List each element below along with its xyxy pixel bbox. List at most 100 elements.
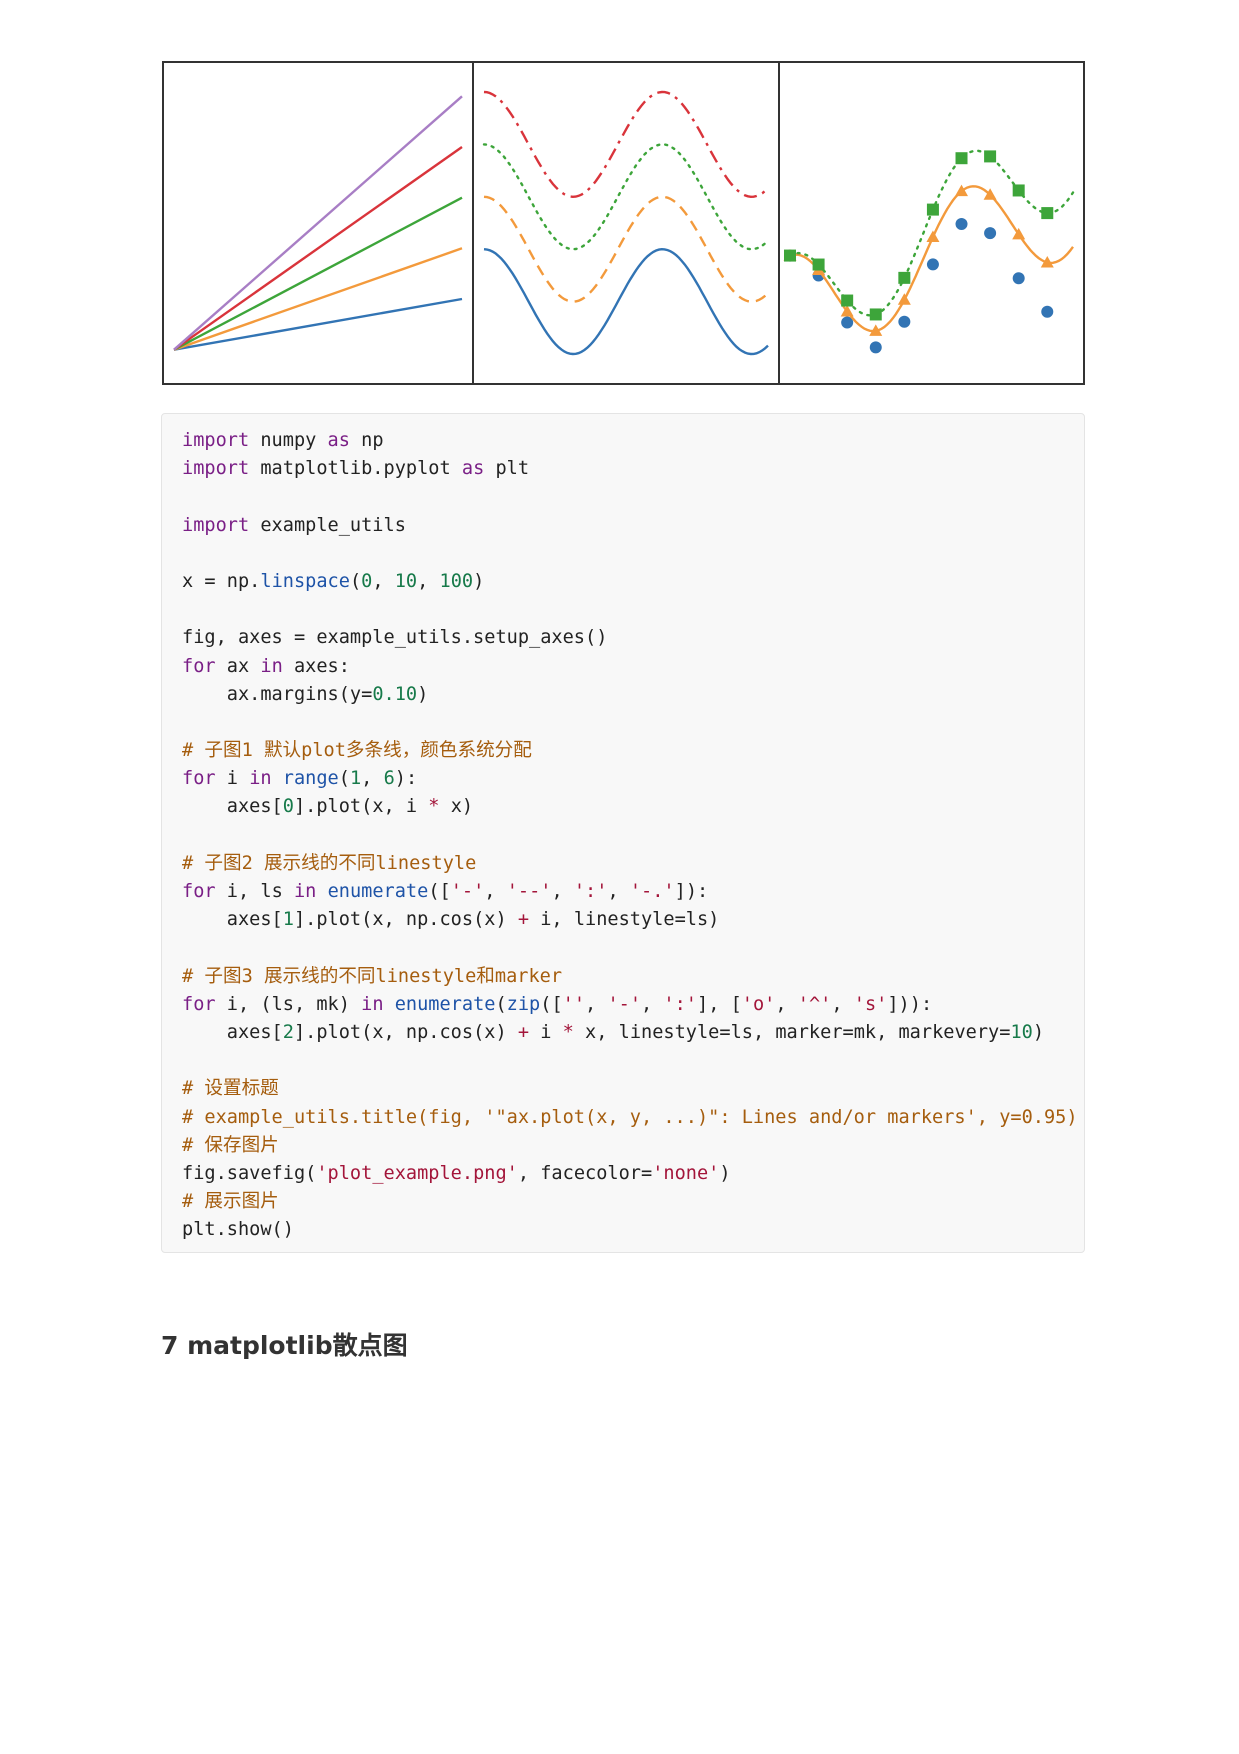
code-token: as (327, 430, 350, 451)
code-token: , (551, 881, 574, 902)
code-token: , (775, 993, 798, 1015)
code-token: i (529, 1021, 563, 1043)
markers-plot-svg (783, 149, 1075, 354)
code-line: for ax in axes: (182, 653, 1084, 681)
code-token: # 子图3 展示线的不同linestyle和marker (182, 965, 563, 987)
code-token: fig, axes = example_utils.setup_axes() (182, 627, 608, 649)
code-token: in (249, 768, 272, 790)
marker-square (1041, 207, 1054, 220)
code-token: zip (506, 993, 541, 1015)
code-token: 1 (282, 909, 294, 931)
marker-square (841, 294, 854, 307)
code-line: for i, ls in enumerate(['-', '--', ':', … (182, 878, 1084, 906)
code-token: , (361, 768, 384, 790)
code-token: ]): (674, 881, 709, 902)
code-line: # 子图2 展示线的不同linestyle (182, 850, 1084, 878)
code-token: for (182, 881, 216, 902)
code-token: axes[ (182, 909, 283, 931)
code-token: 0 (361, 570, 373, 592)
code-token: range (282, 768, 339, 790)
code-token: example_utils (249, 514, 406, 536)
series-line-1 (173, 297, 463, 351)
code-token: ].plot(x, np.cos(x) (293, 909, 518, 931)
marker-triangle (955, 184, 969, 197)
marker-triangle (897, 293, 911, 305)
code-token: plt.show() (182, 1219, 294, 1241)
code-token: ].plot(x, np.cos(x) (293, 1021, 518, 1043)
figure (162, 61, 1085, 385)
section-heading: 7 matplotlib散点图 (161, 1331, 408, 1360)
code-token: axes: (282, 655, 350, 677)
code-token: '-' (450, 881, 485, 902)
code-token: i, ls (215, 881, 294, 902)
code-token: numpy (249, 430, 328, 451)
marker-square (812, 258, 825, 271)
code-token: linspace (260, 570, 350, 592)
code-token: + (517, 1021, 530, 1043)
marker-square (1012, 184, 1025, 197)
subplot-markers (778, 63, 1083, 383)
code-token: import (182, 430, 250, 451)
code-token: i, (ls, mk) (215, 993, 362, 1015)
code-line: # example_utils.title(fig, '"ax.plot(x, … (182, 1104, 1084, 1132)
code-token: ): (394, 768, 418, 790)
code-line: # 子图3 展示线的不同linestyle和marker (182, 963, 1084, 991)
marker-triangle (926, 230, 940, 243)
code-token: np (349, 430, 384, 451)
marker-circle (869, 341, 882, 354)
code-token: import (182, 458, 250, 480)
series-line-5 (173, 95, 463, 351)
code-token: for (182, 768, 216, 790)
code-token: , (641, 993, 664, 1015)
code-token: 6 (383, 768, 395, 790)
code-line: # 展示图片 (182, 1188, 1084, 1216)
code-token: 'none' (652, 1162, 720, 1184)
code-line: import example_utils (182, 512, 1084, 540)
code-token: x) (439, 796, 474, 818)
code-token: * (428, 796, 440, 818)
code-line: for i in range(1, 6): (182, 765, 1084, 793)
code-token: , (831, 993, 854, 1015)
code-token: , (372, 570, 395, 592)
marker-square (869, 308, 882, 321)
marker-circle (1012, 272, 1025, 285)
code-token: ( (495, 993, 507, 1015)
marker-square (926, 203, 939, 216)
code-line: fig.savefig('plot_example.png', facecolo… (182, 1160, 1084, 1188)
code-token: , (585, 993, 608, 1015)
code-line: # 子图1 默认plot多条线，颜色系统分配 (182, 737, 1084, 765)
code-token: ([ (428, 881, 451, 902)
code-token: ax (215, 655, 261, 677)
code-token: # 保存图片 (182, 1134, 279, 1156)
code-token: # 展示图片 (182, 1191, 279, 1213)
code-token: 100 (439, 570, 474, 592)
code-token: '-' (607, 993, 642, 1015)
code-token: ])): (887, 993, 933, 1015)
code-line: for i, (ls, mk) in enumerate(zip(['', '-… (182, 991, 1084, 1019)
code-token: x, linestyle=ls, marker=mk, markevery= (573, 1021, 1011, 1043)
code-token: ) (473, 570, 485, 592)
code-token: 0 (282, 796, 294, 818)
code-token: # 设置标题 (182, 1078, 279, 1100)
code-token: * (562, 1021, 574, 1043)
code-token: i (215, 768, 250, 790)
subplot-linestyles (472, 63, 778, 383)
code-token: enumerate (394, 993, 496, 1015)
marker-circle (926, 258, 939, 271)
code-token: in (293, 881, 317, 902)
code-token: 10 (1010, 1021, 1033, 1043)
code-token: # 子图2 展示线的不同linestyle (182, 852, 477, 874)
linestyles-plot-svg (482, 90, 770, 356)
marker-circle (898, 315, 911, 328)
code-token: 0.10 (372, 683, 418, 705)
code-line: import matplotlib.pyplot as plt (182, 455, 1084, 483)
code-line: x = np.linspace(0, 10, 100) (182, 568, 1084, 596)
